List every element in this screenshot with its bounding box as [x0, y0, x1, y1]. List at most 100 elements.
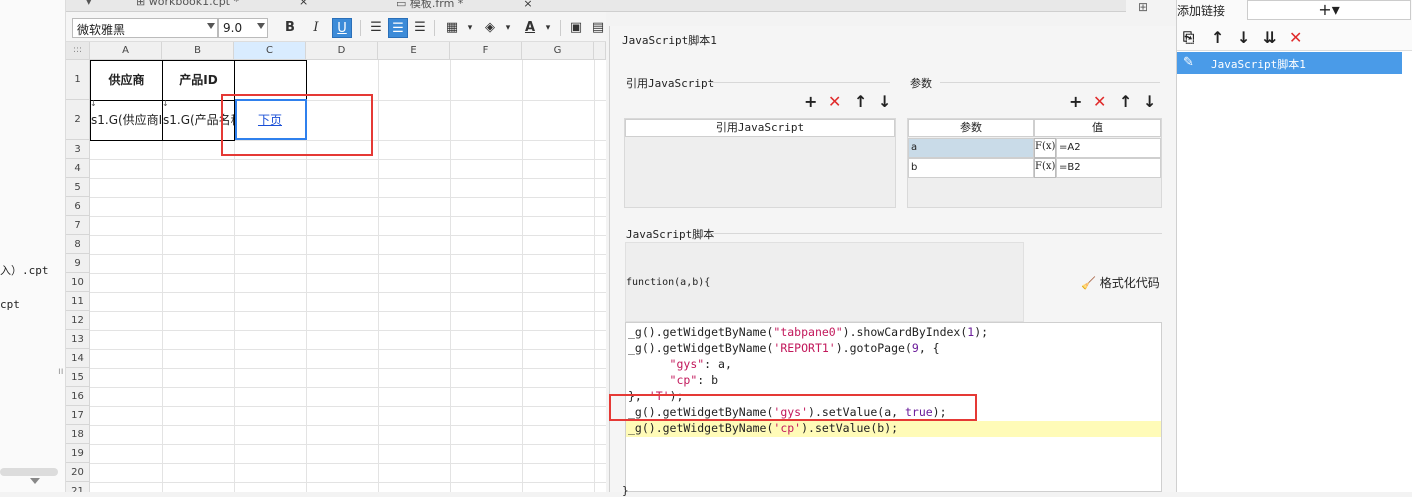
copy-icon[interactable]: ⎘: [1183, 30, 1194, 46]
column-header[interactable]: D: [306, 42, 378, 60]
italic-button[interactable]: I: [306, 18, 326, 38]
grid-line: [378, 60, 379, 492]
add-icon[interactable]: +: [1069, 94, 1082, 110]
font-size-select[interactable]: 9.0: [218, 18, 268, 38]
move-up-icon[interactable]: ↑: [1119, 94, 1132, 110]
chevron-down-icon[interactable]: ▾: [498, 18, 518, 38]
close-icon[interactable]: ×: [299, 0, 308, 8]
code-token: _g().getWidgetByName(: [628, 421, 774, 435]
row-header[interactable]: 7: [66, 216, 90, 235]
move-bottom-icon[interactable]: ⇊: [1263, 30, 1276, 46]
add-link-button[interactable]: +▾: [1247, 0, 1411, 20]
row-header[interactable]: 9: [66, 254, 90, 273]
grid-line: [90, 368, 606, 369]
delete-icon[interactable]: ✕: [1289, 30, 1302, 46]
delete-icon[interactable]: ✕: [1093, 94, 1106, 110]
delete-icon[interactable]: ✕: [828, 94, 841, 110]
row-header[interactable]: 16: [66, 387, 90, 406]
row-header[interactable]: 5: [66, 178, 90, 197]
move-up-icon[interactable]: ↑: [1211, 30, 1224, 46]
border-icon[interactable]: ▦: [442, 18, 462, 38]
grid-line: [90, 235, 606, 236]
cell-a2[interactable]: s1.G(供应商I: [90, 100, 163, 141]
broom-icon: 🧹: [1081, 276, 1096, 290]
row-header[interactable]: 3: [66, 140, 90, 159]
param-name-cell[interactable]: b: [908, 158, 1034, 178]
column-header[interactable]: B: [162, 42, 234, 60]
fill-color-icon[interactable]: ◈: [480, 18, 500, 38]
row-header[interactable]: 18: [66, 425, 90, 444]
row-header[interactable]: 15: [66, 368, 90, 387]
move-down-icon[interactable]: ↓: [878, 94, 891, 110]
row-header[interactable]: 20: [66, 463, 90, 482]
toolbar-divider: [434, 20, 435, 36]
column-header[interactable]: A: [90, 42, 162, 60]
align-right-icon[interactable]: ☰: [410, 18, 430, 38]
file-tree-panel: 入）.cpt cpt ıı: [0, 0, 66, 492]
column-header[interactable]: F: [450, 42, 522, 60]
horizontal-scrollbar[interactable]: [0, 468, 58, 476]
grid-line: [522, 60, 523, 492]
row-header[interactable]: 4: [66, 159, 90, 178]
chevron-down-icon[interactable]: ▾: [460, 18, 480, 38]
font-color-icon[interactable]: A: [520, 18, 540, 38]
spreadsheet-grid[interactable]: ::: A B C D E F G 1 2 3 4 5 6 7 8 9 10 1…: [66, 42, 606, 492]
expand-arrow-icon: ↓: [162, 100, 169, 108]
row-header[interactable]: 17: [66, 406, 90, 425]
param-value-cell[interactable]: =B2: [1056, 158, 1161, 178]
table-icon[interactable]: ▤: [588, 18, 608, 38]
scroll-down-icon[interactable]: [30, 478, 40, 484]
format-code-button[interactable]: 🧹 格式化代码: [1081, 274, 1160, 291]
column-header[interactable]: E: [378, 42, 450, 60]
row-header[interactable]: 10: [66, 273, 90, 292]
link-list: [1177, 50, 1412, 492]
move-down-icon[interactable]: ↓: [1143, 94, 1156, 110]
tab-dropdown-icon[interactable]: ▾: [86, 0, 92, 11]
code-token: ).showCardByIndex(: [842, 325, 968, 339]
tree-item[interactable]: 入）.cpt: [0, 262, 49, 278]
tree-item[interactable]: cpt: [0, 298, 20, 311]
link-list-item[interactable]: ✎ JavaScript脚本1: [1177, 52, 1402, 74]
align-center-icon[interactable]: ☰: [388, 18, 408, 38]
chevron-down-icon[interactable]: ▾: [538, 18, 558, 38]
tab-workbook[interactable]: ⊞ workbook1.cpt * ×: [136, 0, 308, 11]
row-header[interactable]: 14: [66, 349, 90, 368]
row-header[interactable]: 2: [66, 100, 90, 140]
move-down-icon[interactable]: ↓: [1237, 30, 1250, 46]
font-family-select[interactable]: 微软雅黑: [72, 18, 218, 38]
merge-cells-icon[interactable]: ▣: [566, 18, 586, 38]
row-header[interactable]: 19: [66, 444, 90, 463]
column-header[interactable]: C: [234, 42, 306, 60]
underline-button[interactable]: U: [332, 18, 352, 38]
param-value-cell[interactable]: =A2: [1056, 138, 1161, 158]
add-icon[interactable]: +: [804, 94, 817, 110]
script-label: JavaScript脚本: [626, 228, 715, 241]
row-header[interactable]: 1: [66, 60, 90, 100]
toolbar-divider: [560, 20, 561, 36]
row-header[interactable]: 12: [66, 311, 90, 330]
close-icon[interactable]: ×: [523, 0, 532, 10]
code-token: _g().getWidgetByName(: [628, 325, 774, 339]
bold-button[interactable]: B: [280, 18, 300, 38]
tab-form[interactable]: ▭ 模板.frm * ×: [396, 0, 533, 11]
column-header[interactable]: [594, 42, 606, 60]
chevron-down-icon: [207, 23, 215, 29]
row-header[interactable]: 13: [66, 330, 90, 349]
panel-splitter[interactable]: ıı: [58, 366, 64, 377]
table-icon[interactable]: ⊞: [1138, 0, 1148, 14]
select-all-corner[interactable]: :::: [66, 42, 90, 60]
move-up-icon[interactable]: ↑: [854, 94, 867, 110]
row-header[interactable]: 21: [66, 482, 90, 492]
cell-a1[interactable]: 供应商: [90, 60, 163, 101]
align-left-icon[interactable]: ☰: [366, 18, 386, 38]
grid-line: [90, 406, 606, 407]
grid-line: [90, 482, 606, 483]
param-name-cell[interactable]: a: [908, 138, 1034, 158]
formula-icon[interactable]: F(x): [1034, 158, 1056, 178]
formula-icon[interactable]: F(x): [1034, 138, 1056, 158]
param-label: 参数: [910, 77, 932, 90]
row-header[interactable]: 6: [66, 197, 90, 216]
row-header[interactable]: 8: [66, 235, 90, 254]
row-header[interactable]: 11: [66, 292, 90, 311]
column-header[interactable]: G: [522, 42, 594, 60]
